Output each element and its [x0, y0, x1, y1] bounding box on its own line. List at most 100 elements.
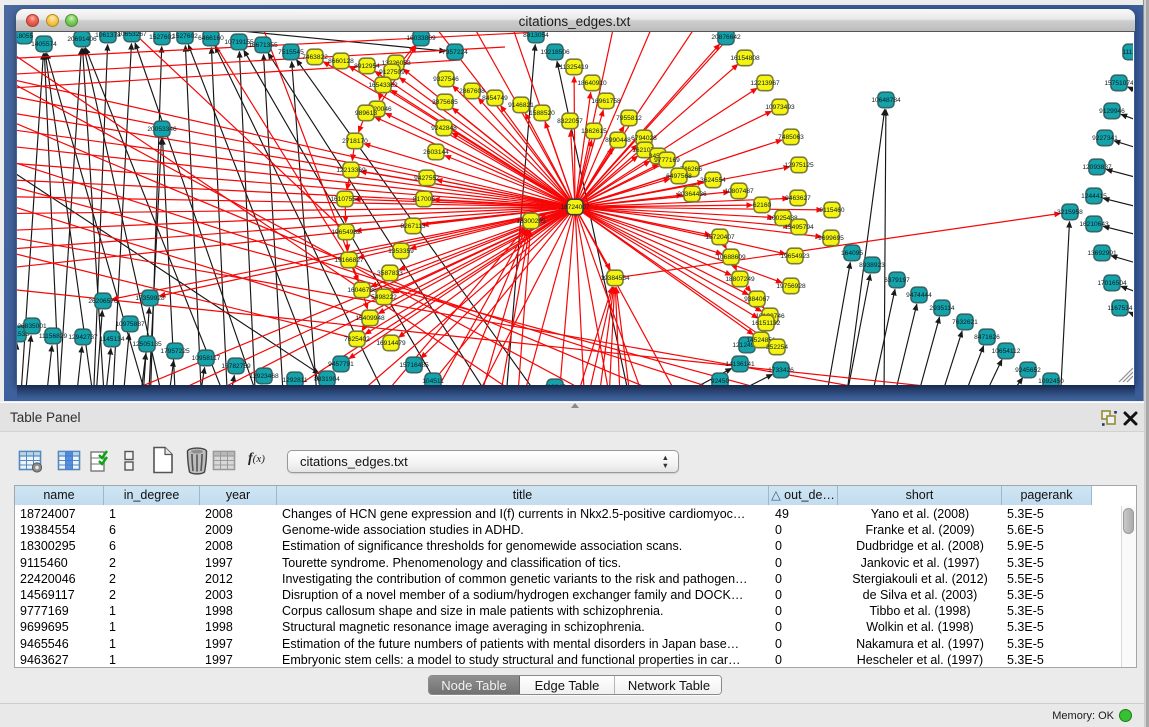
svg-text:7485063: 7485063	[778, 134, 804, 141]
svg-text:12213369: 12213369	[336, 167, 366, 174]
svg-text:92450: 92450	[711, 378, 730, 385]
svg-text:9427552: 9427552	[414, 175, 440, 182]
svg-text:17359928: 17359928	[135, 295, 165, 302]
svg-text:7357224: 7357224	[442, 49, 468, 56]
svg-text:6497568: 6497568	[666, 173, 692, 180]
svg-text:19654923: 19654923	[780, 253, 810, 260]
svg-text:1527602: 1527602	[172, 33, 198, 40]
svg-text:16671355: 16671355	[248, 42, 278, 49]
svg-text:20053346: 20053346	[147, 126, 177, 133]
svg-text:164095: 164095	[841, 250, 863, 257]
svg-text:8938923: 8938923	[859, 262, 885, 269]
svg-text:1405574: 1405574	[31, 41, 57, 48]
svg-text:18807249: 18807249	[725, 276, 755, 283]
svg-text:20691406: 20691406	[67, 36, 97, 43]
svg-text:18300295: 18300295	[516, 218, 546, 225]
svg-text:10688609: 10688609	[716, 254, 746, 261]
svg-text:16914479: 16914479	[376, 340, 406, 347]
svg-text:6379197: 6379197	[884, 277, 910, 284]
svg-text:19756928: 19756928	[776, 283, 806, 290]
svg-text:1244415: 1244415	[1081, 193, 1107, 200]
svg-text:16782759: 16782759	[221, 363, 251, 370]
svg-text:15409948: 15409948	[355, 315, 385, 322]
svg-text:20364436: 20364436	[677, 191, 707, 198]
svg-text:26835001: 26835001	[17, 323, 47, 330]
svg-text:10653267: 10653267	[117, 32, 147, 38]
svg-text:9245652: 9245652	[1015, 367, 1041, 374]
svg-text:10648784: 10648784	[871, 97, 901, 104]
svg-text:12213967: 12213967	[750, 80, 780, 87]
svg-text:1145134: 1145134	[99, 336, 125, 343]
svg-text:7625402: 7625402	[344, 336, 370, 343]
svg-text:5498222: 5498222	[371, 294, 397, 301]
svg-text:9227341: 9227341	[1092, 135, 1118, 142]
svg-text:19384554: 19384554	[600, 275, 630, 282]
svg-text:19166827: 19166827	[334, 257, 364, 264]
svg-text:15716485: 15716485	[399, 362, 429, 369]
svg-text:9384067: 9384067	[744, 296, 770, 303]
svg-text:8454749: 8454749	[482, 95, 508, 102]
svg-text:9242848: 9242848	[431, 125, 457, 132]
svg-text:8813054: 8813054	[523, 32, 549, 39]
svg-text:3215958: 3215958	[1057, 209, 1083, 216]
svg-text:10975887: 10975887	[115, 321, 145, 328]
svg-text:817006: 817006	[413, 196, 435, 203]
svg-text:17957225: 17957225	[160, 348, 190, 355]
svg-text:10973493: 10973493	[765, 104, 795, 111]
svg-text:13692991: 13692991	[1087, 250, 1117, 257]
svg-text:9127509: 9127509	[379, 69, 405, 76]
svg-text:989613: 989613	[355, 110, 377, 117]
svg-text:9457791: 9457791	[328, 361, 354, 368]
svg-text:2867608: 2867608	[459, 88, 485, 95]
svg-text:16154808: 16154808	[730, 55, 760, 62]
svg-text:16046786: 16046786	[347, 287, 377, 294]
svg-text:10958117: 10958117	[192, 355, 221, 362]
svg-text:12975125: 12975125	[784, 162, 814, 169]
svg-text:9146821: 9146821	[508, 102, 534, 109]
svg-text:9327546: 9327546	[433, 76, 459, 83]
svg-text:16033809: 16033809	[406, 35, 436, 42]
svg-text:9474444: 9474444	[906, 292, 932, 299]
svg-text:18640910: 18640910	[577, 80, 607, 87]
svg-text:8267113: 8267113	[400, 223, 426, 230]
svg-text:6466160: 6466160	[198, 35, 224, 42]
svg-text:10654112: 10654112	[992, 348, 1021, 355]
svg-text:7515545: 7515545	[278, 49, 304, 56]
svg-text:9777169: 9777169	[654, 157, 680, 164]
svg-text:3624554: 3624554	[700, 177, 726, 184]
svg-text:8322057: 8322057	[557, 118, 583, 125]
svg-text:7463822: 7463822	[302, 54, 328, 61]
svg-text:13495794: 13495794	[784, 224, 814, 231]
svg-text:26206576: 26206576	[88, 298, 118, 305]
svg-text:8471626: 8471626	[974, 334, 1000, 341]
svg-text:16107554: 16107554	[330, 196, 360, 203]
svg-text:3875685: 3875685	[432, 99, 458, 106]
svg-text:16543362: 16543362	[368, 82, 398, 89]
svg-text:8990448: 8990448	[605, 137, 631, 144]
svg-text:19218506: 19218506	[540, 49, 570, 56]
svg-text:6794028: 6794028	[631, 135, 657, 142]
svg-text:3587833: 3587833	[377, 270, 403, 277]
svg-text:8831904: 8831904	[314, 376, 340, 383]
svg-text:104511: 104511	[422, 378, 444, 385]
svg-text:62160: 62160	[753, 202, 772, 209]
svg-text:11123: 11123	[1122, 49, 1133, 56]
svg-text:14136141: 14136141	[725, 361, 755, 368]
svg-text:12923468: 12923468	[249, 373, 279, 380]
svg-text:7955812: 7955812	[616, 115, 642, 122]
svg-text:9463627: 9463627	[785, 195, 811, 202]
svg-text:2718170: 2718170	[342, 138, 368, 145]
svg-text:1588520: 1588520	[529, 110, 555, 117]
svg-text:15720407: 15720407	[705, 234, 735, 241]
svg-text:1353359: 1353359	[388, 248, 414, 255]
svg-text:18055: 18055	[17, 33, 33, 40]
svg-text:1292811: 1292811	[282, 377, 308, 384]
svg-text:9129946: 9129946	[1099, 108, 1125, 115]
svg-text:12093837: 12093837	[1082, 164, 1112, 171]
svg-text:11325419: 11325419	[560, 64, 589, 71]
svg-text:15751074: 15751074	[1104, 80, 1133, 87]
svg-text:8660128: 8660128	[328, 58, 354, 65]
svg-text:252254: 252254	[766, 344, 788, 351]
svg-text:1167534: 1167534	[1107, 305, 1133, 312]
svg-text:2603144: 2603144	[423, 149, 449, 156]
